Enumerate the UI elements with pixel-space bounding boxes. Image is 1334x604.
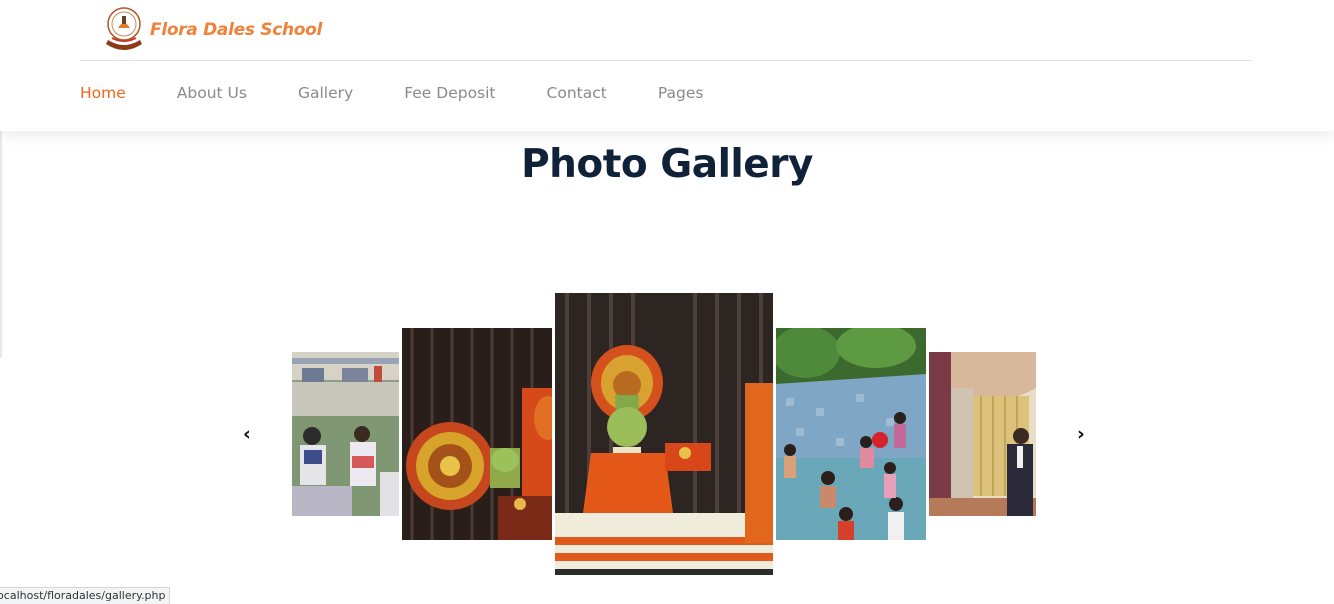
gallery-photo-students-reading[interactable] <box>292 352 399 516</box>
left-edge-panel <box>0 96 2 358</box>
gallery-photo-swimming-pool[interactable] <box>776 328 926 540</box>
nav-fee-deposit[interactable]: Fee Deposit <box>404 84 495 102</box>
chevron-left-icon[interactable]: ‹ <box>243 425 251 444</box>
status-bar-url: localhost/floradales/gallery.php <box>0 587 170 604</box>
nav-home[interactable]: Home <box>80 84 126 102</box>
gallery-photo-kathakali-dancer[interactable] <box>555 293 773 575</box>
nav-contact[interactable]: Contact <box>547 84 607 102</box>
header-divider <box>80 60 1251 61</box>
logo[interactable]: Flora Dales School <box>100 4 322 52</box>
chevron-right-icon[interactable]: › <box>1077 425 1085 444</box>
nav-pages[interactable]: Pages <box>658 84 704 102</box>
gallery-photo-stage-student[interactable] <box>929 352 1036 516</box>
brand-name: Flora Dales School <box>150 20 323 40</box>
nav-gallery[interactable]: Gallery <box>298 84 353 102</box>
school-crest-icon <box>100 4 148 52</box>
nav-about-us[interactable]: About Us <box>177 84 247 102</box>
main-nav: Home About Us Gallery Fee Deposit Contac… <box>80 84 754 102</box>
site-header: Flora Dales School Home About Us Gallery… <box>0 0 1334 131</box>
gallery-photo-kathakali-side[interactable] <box>402 328 552 540</box>
